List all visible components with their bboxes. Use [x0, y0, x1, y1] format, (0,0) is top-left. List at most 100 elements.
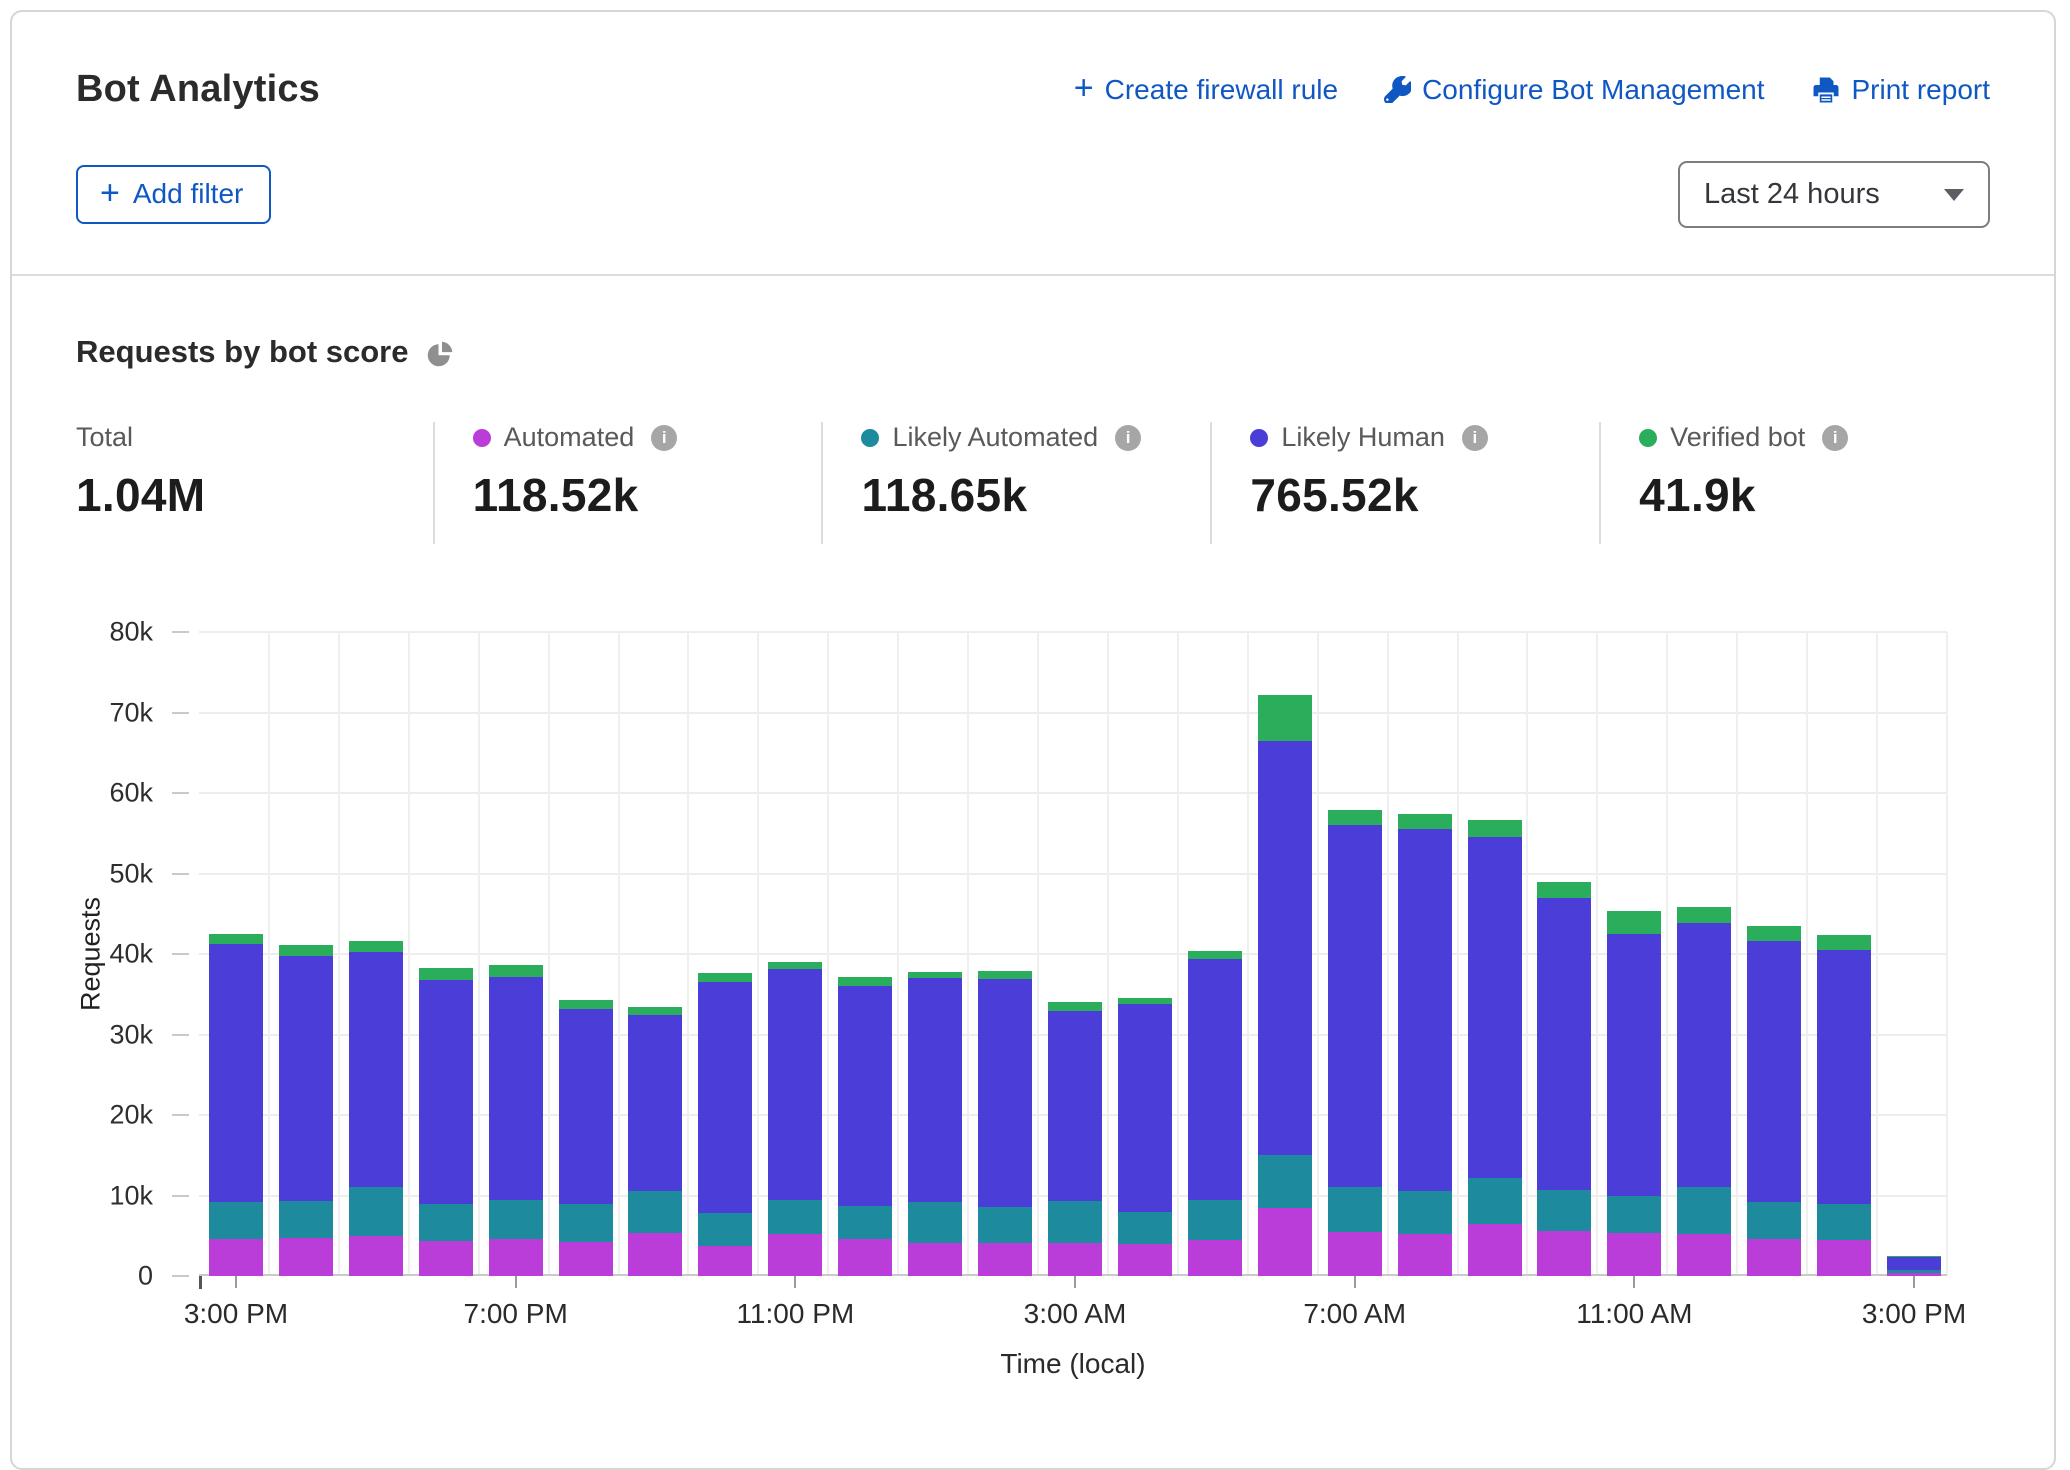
bar-9-00-am[interactable] [1468, 632, 1522, 1276]
x-tick-mark [1354, 1276, 1356, 1288]
bar-11-00-am[interactable] [1607, 632, 1661, 1276]
segment-likely-automated [489, 1200, 543, 1239]
segment-automated [1188, 1240, 1242, 1276]
x-tick-label: 11:00 PM [736, 1298, 854, 1330]
segment-verified-bot [279, 945, 333, 955]
chevron-down-icon [1944, 189, 1964, 201]
segment-automated [1887, 1273, 1941, 1276]
segment-likely-human [628, 1015, 682, 1191]
segment-verified-bot [1677, 907, 1731, 923]
segment-likely-human [1537, 898, 1591, 1190]
stat-dot-4 [1639, 429, 1657, 447]
bar-12-00-pm[interactable] [1677, 632, 1731, 1276]
vertical-gridline [408, 632, 410, 1276]
stat-value: 118.65k [861, 468, 1210, 522]
segment-automated [209, 1239, 263, 1276]
segment-automated [1468, 1224, 1522, 1276]
time-range-select[interactable]: Last 24 hours [1678, 161, 1990, 228]
bar-9-00-pm[interactable] [628, 632, 682, 1276]
print-report-link[interactable]: Print report [1811, 74, 1991, 106]
bar-6-00-am[interactable] [1258, 632, 1312, 1276]
stat-value: 41.9k [1639, 468, 1990, 522]
segment-likely-automated [908, 1202, 962, 1243]
bar-3-00-am[interactable] [1048, 632, 1102, 1276]
bar-11-00-pm[interactable] [768, 632, 822, 1276]
y-tick-mark [172, 873, 189, 875]
segment-likely-human [279, 956, 333, 1202]
bar-5-00-am[interactable] [1188, 632, 1242, 1276]
bar-10-00-am[interactable] [1537, 632, 1591, 1276]
segment-verified-bot [1398, 814, 1452, 829]
segment-likely-human [1607, 934, 1661, 1196]
requests-chart: 010k20k30k40k50k60k70k80k3:00 PM7:00 PM1… [199, 632, 1947, 1276]
bar-7-00-pm[interactable] [489, 632, 543, 1276]
segment-likely-automated [349, 1187, 403, 1235]
bar-8-00-pm[interactable] [559, 632, 613, 1276]
segment-likely-human [1328, 825, 1382, 1187]
segment-verified-bot [628, 1007, 682, 1015]
add-filter-label: Add filter [133, 178, 244, 210]
x-tick-mark [1074, 1276, 1076, 1288]
segment-verified-bot [1188, 951, 1242, 959]
bar-1-00-pm[interactable] [1747, 632, 1801, 1276]
configure-bot-management-link[interactable]: Configure Bot Management [1384, 74, 1764, 106]
stat-label: Likely Human [1281, 422, 1445, 453]
segment-automated [1817, 1240, 1871, 1276]
info-icon[interactable]: i [1462, 425, 1488, 451]
segment-verified-bot [1607, 911, 1661, 934]
bar-2-00-am[interactable] [978, 632, 1032, 1276]
segment-likely-automated [1677, 1187, 1731, 1234]
segment-likely-human [1258, 741, 1312, 1156]
x-tick-label: 3:00 AM [1024, 1298, 1127, 1330]
bar-1-00-am[interactable] [908, 632, 962, 1276]
bar-8-00-am[interactable] [1398, 632, 1452, 1276]
stat-likely-automated: Likely Automated i 118.65k [821, 422, 1210, 544]
segment-automated [349, 1236, 403, 1276]
pie-chart-icon [425, 339, 455, 369]
info-icon[interactable]: i [1115, 425, 1141, 451]
stat-label: Verified bot [1670, 422, 1805, 453]
bar-7-00-am[interactable] [1328, 632, 1382, 1276]
bar-4-00-am[interactable] [1118, 632, 1172, 1276]
section-heading: Requests by bot score [76, 334, 408, 370]
info-icon[interactable]: i [1822, 425, 1848, 451]
bar-3-00-pm[interactable] [209, 632, 263, 1276]
bar-6-00-pm[interactable] [419, 632, 473, 1276]
vertical-gridline [1736, 632, 1738, 1276]
segment-likely-automated [978, 1207, 1032, 1243]
segment-likely-human [1747, 941, 1801, 1202]
segment-verified-bot [978, 971, 1032, 979]
create-firewall-rule-link[interactable]: + Create firewall rule [1074, 74, 1338, 106]
segment-automated [1258, 1208, 1312, 1276]
segment-automated [1747, 1239, 1801, 1276]
segment-likely-human [838, 986, 892, 1206]
bot-analytics-card: Bot Analytics + Create firewall rule Con… [10, 10, 2056, 1470]
y-tick-mark [172, 712, 189, 714]
bar-5-00-pm[interactable] [349, 632, 403, 1276]
segment-likely-human [698, 982, 752, 1213]
segment-verified-bot [559, 1000, 613, 1009]
segment-verified-bot [1328, 810, 1382, 825]
vertical-gridline [1806, 632, 1808, 1276]
segment-verified-bot [419, 968, 473, 980]
bar-2-00-pm[interactable] [1817, 632, 1871, 1276]
vertical-gridline [268, 632, 270, 1276]
bar-3-00-pm[interactable] [1887, 632, 1941, 1276]
segment-likely-automated [209, 1202, 263, 1239]
bar-12-00-am[interactable] [838, 632, 892, 1276]
segment-verified-bot [1258, 695, 1312, 741]
segment-verified-bot [698, 973, 752, 982]
info-icon[interactable]: i [651, 425, 677, 451]
vertical-gridline [757, 632, 759, 1276]
y-tick-mark [172, 1195, 189, 1197]
segment-likely-automated [1188, 1200, 1242, 1239]
add-filter-button[interactable]: + Add filter [76, 165, 271, 224]
stat-likely-human: Likely Human i 765.52k [1210, 422, 1599, 544]
x-axis-label: Time (local) [199, 1348, 1947, 1380]
segment-likely-automated [1328, 1187, 1382, 1231]
bar-10-00-pm[interactable] [698, 632, 752, 1276]
segment-automated [1048, 1243, 1102, 1276]
segment-likely-automated [419, 1204, 473, 1241]
bar-4-00-pm[interactable] [279, 632, 333, 1276]
requests-by-bot-score-section: Requests by bot score Total 1.04M Automa… [12, 276, 2054, 1276]
